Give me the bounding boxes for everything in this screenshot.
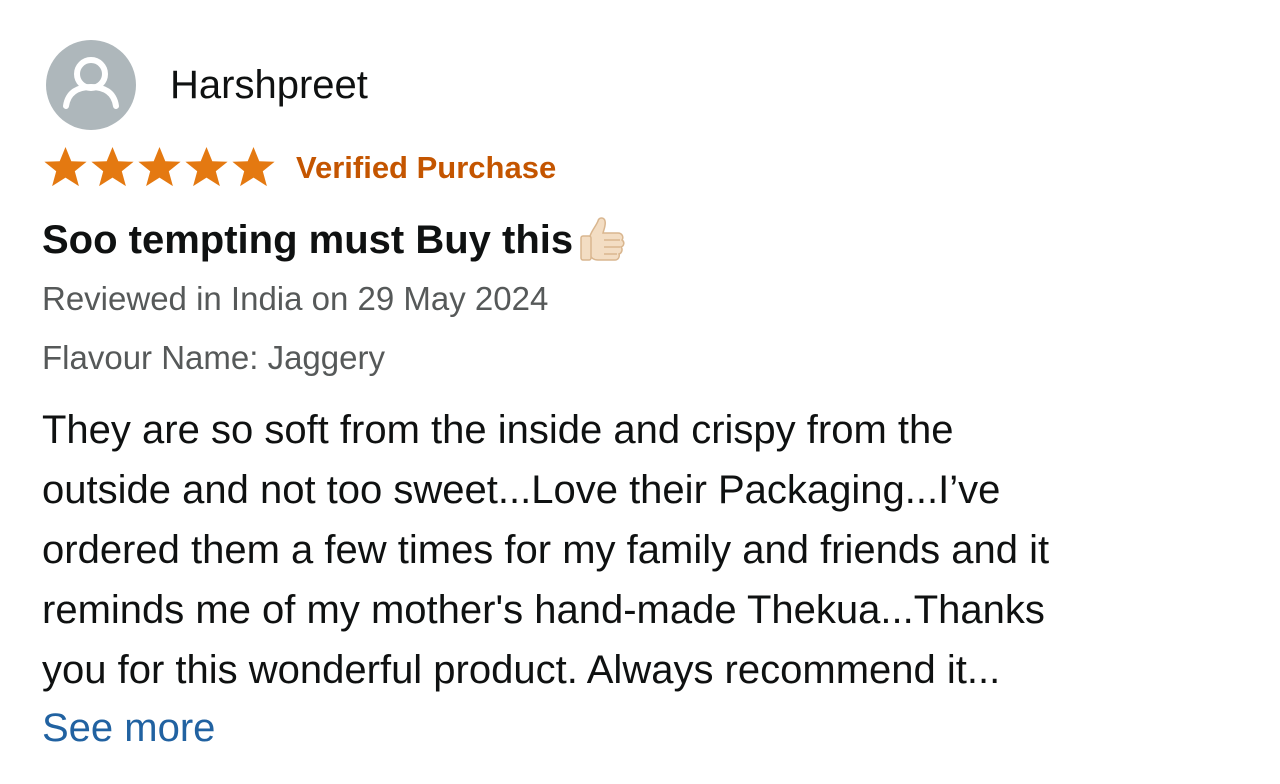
- reviewer-name[interactable]: Harshpreet: [170, 61, 368, 109]
- star-icon: [136, 145, 183, 191]
- star-rating[interactable]: [42, 145, 277, 191]
- user-silhouette-icon: [63, 57, 119, 109]
- review-body: They are so soft from the inside and cri…: [42, 400, 1242, 700]
- review-body-line: you for this wonderful product. Always r…: [42, 648, 1001, 692]
- rating-row: Verified Purchase: [42, 145, 556, 191]
- review-body-line: ordered them a few times for my family a…: [42, 528, 1050, 572]
- review-card: Harshpreet Verified Purchase Soo temptin…: [0, 0, 1280, 784]
- review-body-line: reminds me of my mother's hand-made Thek…: [42, 588, 1045, 632]
- review-title-row: Soo tempting must Buy this: [42, 212, 631, 268]
- reviewer-profile[interactable]: Harshpreet: [46, 40, 368, 130]
- see-more-link[interactable]: See more: [42, 703, 215, 753]
- flavour-name: Flavour Name: Jaggery: [42, 339, 385, 376]
- star-icon: [42, 145, 89, 191]
- review-title: Soo tempting must Buy this: [42, 218, 574, 262]
- review-date: Reviewed in India on 29 May 2024: [42, 280, 549, 317]
- star-icon: [183, 145, 230, 191]
- review-body-line: They are so soft from the inside and cri…: [42, 408, 954, 452]
- star-icon: [230, 145, 277, 191]
- avatar[interactable]: [46, 40, 136, 130]
- verified-purchase-badge: Verified Purchase: [296, 150, 557, 185]
- star-icon: [89, 145, 136, 191]
- review-body-line: outside and not too sweet...Love their P…: [42, 468, 1001, 512]
- thumbs-up-icon: [580, 217, 625, 261]
